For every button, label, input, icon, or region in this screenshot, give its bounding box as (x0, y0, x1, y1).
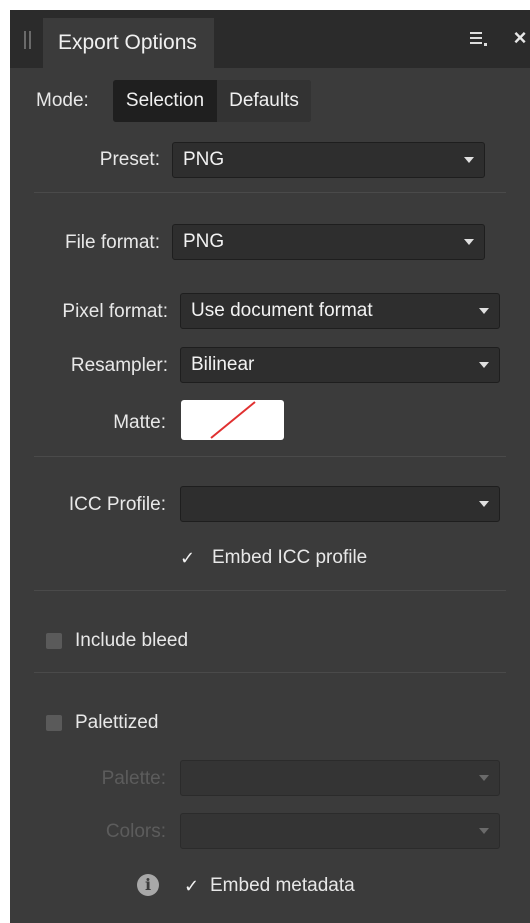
matte-color-swatch[interactable] (181, 400, 284, 440)
embed-metadata-checkbox[interactable]: ✓ (183, 876, 200, 896)
palette-label: Palette: (101, 768, 166, 789)
include-bleed-checkbox[interactable] (46, 633, 62, 649)
divider (34, 590, 506, 591)
embed-icc-label: Embed ICC profile (212, 547, 368, 568)
file-format-label: File format: (64, 232, 160, 253)
export-options-panel: Export Options × Mode: Selection Default… (10, 10, 530, 923)
icc-profile-dropdown[interactable] (180, 486, 500, 522)
preset-label: Preset: (99, 149, 160, 170)
file-format-value: PNG (183, 231, 225, 252)
mode-segmented-control: Selection Defaults (113, 80, 311, 122)
pixel-format-label: Pixel format: (62, 301, 168, 322)
chevron-down-icon (479, 362, 489, 368)
preset-dropdown[interactable]: PNG (172, 142, 485, 178)
resampler-label: Resampler: (70, 355, 168, 376)
colors-label: Colors: (105, 821, 166, 842)
resampler-value: Bilinear (191, 354, 255, 375)
checkmark-icon: ✓ (180, 548, 196, 568)
chevron-down-icon (479, 308, 489, 314)
include-bleed-label: Include bleed (75, 630, 189, 651)
palette-dropdown[interactable] (180, 760, 500, 796)
drag-grip-icon[interactable] (24, 31, 32, 49)
no-color-slash-icon (210, 401, 256, 439)
chevron-down-icon (479, 501, 489, 507)
embed-metadata-label: Embed metadata (210, 875, 355, 896)
chevron-down-icon (464, 239, 474, 245)
chevron-down-icon (464, 157, 474, 163)
divider (34, 672, 506, 673)
hamburger-menu-icon[interactable] (470, 32, 487, 48)
checkmark-icon: ✓ (184, 876, 200, 896)
mode-selection-button[interactable]: Selection (113, 80, 217, 122)
divider (34, 192, 506, 193)
tab-export-options[interactable]: Export Options (43, 18, 214, 68)
chevron-down-icon (479, 828, 489, 834)
preset-value: PNG (183, 149, 225, 170)
icc-profile-label: ICC Profile: (68, 494, 166, 515)
divider (34, 456, 506, 457)
palettized-label: Palettized (75, 712, 159, 733)
close-icon[interactable]: × (510, 24, 530, 52)
mode-label: Mode: (36, 90, 89, 111)
palettized-checkbox[interactable] (46, 715, 62, 731)
panel-titlebar: Export Options × (10, 10, 530, 68)
matte-label: Matte: (113, 412, 166, 433)
mode-defaults-button[interactable]: Defaults (217, 80, 311, 122)
resampler-dropdown[interactable]: Bilinear (180, 347, 500, 383)
info-icon[interactable]: i (137, 874, 159, 896)
pixel-format-dropdown[interactable]: Use document format (180, 293, 500, 329)
pixel-format-value: Use document format (191, 300, 373, 321)
file-format-dropdown[interactable]: PNG (172, 224, 485, 260)
chevron-down-icon (479, 775, 489, 781)
colors-dropdown[interactable] (180, 813, 500, 849)
embed-icc-checkbox[interactable]: ✓ (179, 548, 196, 568)
